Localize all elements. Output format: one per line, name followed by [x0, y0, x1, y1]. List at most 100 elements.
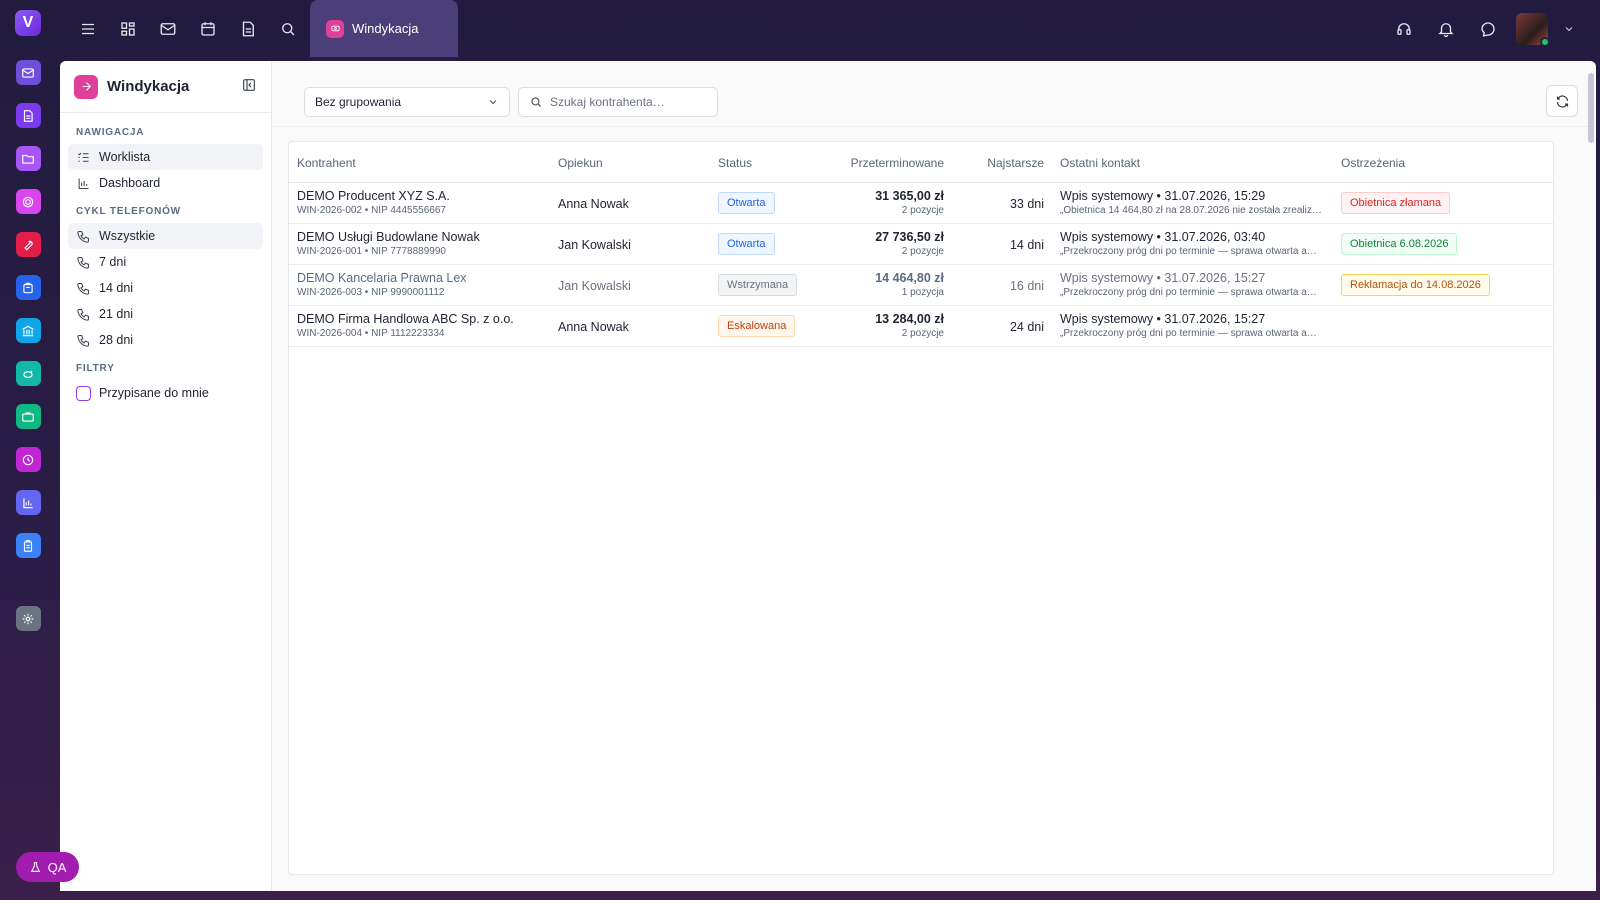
contact-title: Wpis systemowy • 31.07.2026, 15:27: [1060, 271, 1266, 285]
phone-icon: [77, 308, 90, 321]
refresh-icon: [1556, 95, 1568, 107]
filter-label: Przypisane do mnie: [99, 386, 209, 400]
contractor-name[interactable]: DEMO Usługi Budowlane Nowak: [297, 230, 480, 244]
table-row[interactable]: DEMO Producent XYZ S.A. WIN-2026-002 • N…: [289, 183, 1553, 224]
table-row[interactable]: DEMO Firma Handlowa ABC Sp. z o.o. WIN-2…: [289, 306, 1553, 347]
qa-button[interactable]: QA: [16, 852, 79, 882]
contact-description: „Przekroczony próg dni po terminie — spr…: [1060, 287, 1322, 298]
col-owner[interactable]: Opiekun: [558, 156, 603, 170]
online-status-dot: [1540, 36, 1550, 47]
clipboard-app-icon[interactable]: [15, 533, 41, 558]
target-app-icon[interactable]: [15, 189, 41, 214]
filter-assigned-to-me[interactable]: Przypisane do mnie: [60, 380, 271, 406]
folder-app-icon[interactable]: [15, 146, 41, 171]
overdue-positions: 1 pozycja: [901, 287, 944, 298]
owner-cell: Jan Kowalski: [558, 238, 631, 252]
windykacja-tab-icon: [326, 19, 344, 38]
overdue-positions: 2 pozycje: [901, 205, 944, 216]
contractor-cell: DEMO Usługi Budowlane Nowak WIN-2026-001…: [297, 230, 480, 257]
document-app-icon[interactable]: [15, 103, 41, 128]
search-input[interactable]: [550, 95, 700, 109]
overdue-cell: 27 736,50 zł 2 pozycje: [875, 230, 944, 257]
settings-gear-icon[interactable]: [15, 606, 41, 631]
sidebar-item-14-days[interactable]: 14 dni: [68, 275, 263, 301]
tab-label: Windykacja: [352, 21, 419, 36]
grouping-select[interactable]: Bez grupowania: [304, 87, 510, 117]
module-sidebar: Windykacja NAWIGACJA Worklista Dashboard…: [60, 61, 272, 891]
sidebar-item-dashboard[interactable]: Dashboard: [68, 170, 263, 196]
status-badge: Wstrzymana: [718, 274, 798, 296]
chevron-down-icon: [489, 100, 497, 105]
calendar-icon[interactable]: [194, 15, 222, 43]
scrollbar[interactable]: [1588, 73, 1594, 143]
status-badge: Otwarta: [718, 233, 775, 255]
wrench-app-icon[interactable]: [15, 232, 41, 257]
last-contact-cell: Wpis systemowy • 31.07.2026, 15:29 „Obie…: [1060, 189, 1322, 216]
checklist-icon: [78, 152, 89, 162]
sidebar-item-label: Wszystkie: [99, 229, 156, 243]
sidebar-item-label: Dashboard: [99, 176, 161, 190]
contractor-meta: WIN-2026-003 • NIP 9990001112: [297, 287, 445, 298]
contractor-name[interactable]: DEMO Producent XYZ S.A.: [297, 189, 450, 203]
overdue-cell: 14 464,80 zł 1 pozycja: [875, 271, 944, 298]
sidebar-item-28-days[interactable]: 28 dni: [68, 327, 263, 353]
mail-icon[interactable]: [154, 15, 182, 43]
col-oldest[interactable]: Najstarsze: [987, 156, 1044, 170]
sidebar-item-7-days[interactable]: 7 dni: [68, 249, 263, 275]
owner-cell: Anna Nowak: [558, 197, 629, 211]
chevron-down-icon[interactable]: [1562, 15, 1576, 43]
assigned-checkbox[interactable]: [76, 385, 91, 401]
overdue-amount: 13 284,00 zł: [875, 312, 944, 326]
bar-chart-icon: [78, 178, 89, 189]
grouping-value: Bez grupowania: [315, 95, 402, 109]
windykacja-icon: [74, 74, 98, 99]
module-panel: Windykacja NAWIGACJA Worklista Dashboard…: [60, 61, 1596, 891]
app-logo[interactable]: V: [15, 10, 41, 36]
document-icon[interactable]: [234, 15, 262, 43]
sidebar-item-21-days[interactable]: 21 dni: [68, 301, 263, 327]
mail-app-icon[interactable]: [15, 60, 41, 85]
sidebar-item-worklista[interactable]: Worklista: [68, 144, 263, 170]
col-warnings[interactable]: Ostrzeżenia: [1341, 156, 1405, 170]
search-icon[interactable]: [274, 15, 302, 43]
bank-app-icon[interactable]: [15, 318, 41, 343]
headset-icon[interactable]: [1390, 15, 1418, 43]
top-bar: Windykacja: [56, 0, 1600, 57]
menu-icon[interactable]: [74, 15, 102, 43]
col-last-contact[interactable]: Ostatni kontakt: [1060, 156, 1140, 170]
user-avatar[interactable]: [1516, 12, 1550, 47]
cart-app-icon[interactable]: [15, 275, 41, 300]
table-row[interactable]: DEMO Usługi Budowlane Nowak WIN-2026-001…: [289, 224, 1553, 265]
chat-icon[interactable]: [1474, 15, 1502, 43]
clock-app-icon[interactable]: [15, 447, 41, 472]
collapse-sidebar-icon[interactable]: [241, 77, 257, 96]
refresh-button[interactable]: [1546, 85, 1578, 117]
sidebar-item-all[interactable]: Wszystkie: [68, 223, 263, 249]
app-list: [15, 60, 41, 558]
table-row[interactable]: DEMO Kancelaria Prawna Lex WIN-2026-003 …: [289, 265, 1553, 306]
contractor-name[interactable]: DEMO Firma Handlowa ABC Sp. z o.o.: [297, 312, 514, 326]
bell-icon[interactable]: [1432, 15, 1460, 43]
section-label-navigation: NAWIGACJA: [76, 127, 145, 138]
col-contractor[interactable]: Kontrahent: [297, 156, 356, 170]
overdue-cell: 31 365,00 zł 2 pozycje: [875, 189, 944, 216]
col-overdue[interactable]: Przeterminowane: [851, 156, 944, 170]
piggy-app-icon[interactable]: [15, 361, 41, 386]
overdue-amount: 14 464,80 zł: [875, 271, 944, 285]
contractor-meta: WIN-2026-001 • NIP 7778889990: [297, 246, 446, 257]
oldest-cell: 14 dni: [1009, 238, 1044, 252]
status-cell: Otwarta: [718, 192, 775, 214]
oldest-cell: 33 dni: [1009, 197, 1044, 211]
dashboard-grid-icon[interactable]: [114, 15, 142, 43]
last-contact-cell: Wpis systemowy • 31.07.2026, 03:40 „Prze…: [1060, 230, 1322, 257]
warning-badge: Reklamacja do 14.08.2026: [1341, 274, 1490, 296]
status-cell: Eskalowana: [718, 315, 796, 337]
col-status[interactable]: Status: [718, 156, 752, 170]
briefcase-app-icon[interactable]: [15, 404, 41, 429]
overdue-amount: 27 736,50 zł: [875, 230, 944, 244]
owner-cell: Anna Nowak: [558, 320, 629, 334]
contractor-name[interactable]: DEMO Kancelaria Prawna Lex: [297, 271, 467, 285]
contractor-cell: DEMO Kancelaria Prawna Lex WIN-2026-003 …: [297, 271, 467, 298]
chart-app-icon[interactable]: [15, 490, 41, 515]
tab-windykacja[interactable]: Windykacja: [310, 0, 458, 57]
